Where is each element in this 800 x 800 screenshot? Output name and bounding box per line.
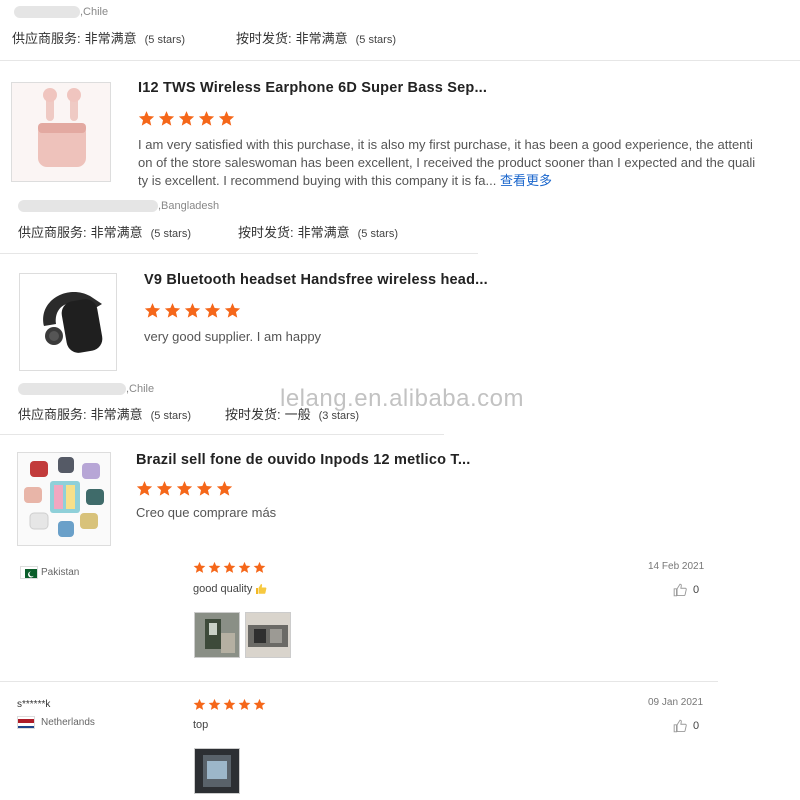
product-title[interactable]: V9 Bluetooth headset Handsfree wireless … [144, 272, 488, 288]
buyer-location: ,Chile [80, 6, 109, 18]
buyer-review-text: good quality [193, 583, 267, 595]
masked-username [18, 200, 158, 212]
star-icon [223, 698, 236, 710]
star-rating [136, 480, 233, 497]
delivery-rating: 按时发货: 非常满意 (5 stars) [236, 31, 396, 46]
service-rating: 供应商服务: 非常满意 (5 stars) [12, 31, 185, 46]
review-text: Creo que comprare más [136, 505, 277, 520]
divider [0, 681, 718, 682]
watermark: lelang.en.alibaba.com [280, 385, 524, 412]
like-button[interactable]: 0 [673, 719, 699, 733]
masked-username [18, 383, 126, 395]
star-icon [253, 561, 266, 573]
star-icon [156, 481, 173, 496]
star-icon [193, 698, 206, 710]
star-icon [158, 111, 175, 126]
star-icon [238, 698, 251, 710]
star-icon [176, 481, 193, 496]
star-icon [184, 303, 201, 318]
star-icon [136, 481, 153, 496]
star-icon [138, 111, 155, 126]
star-rating [193, 561, 266, 574]
thumbs-up-emoji-icon [256, 584, 267, 594]
buyer-location: ,Chile [126, 383, 155, 395]
divider [0, 434, 444, 435]
star-rating [144, 302, 241, 319]
star-icon [193, 561, 206, 573]
review-photo[interactable] [194, 612, 240, 658]
star-icon [144, 303, 161, 318]
star-icon [216, 481, 233, 496]
thumbs-up-icon [673, 583, 687, 597]
pink-earphone-case-icon [12, 83, 110, 181]
buyer-review-text: top [193, 719, 209, 731]
star-rating [138, 110, 235, 127]
star-icon [218, 111, 235, 126]
review-photo[interactable] [194, 748, 240, 794]
product-image-headset[interactable] [19, 273, 117, 371]
netherlands-flag-icon [17, 716, 35, 729]
thumbs-up-icon [673, 719, 687, 733]
service-rating: 供应商服务: 非常满意 (5 stars) [18, 407, 191, 422]
delivery-rating: 按时发货: 非常满意 (5 stars) [238, 225, 398, 240]
masked-username [14, 6, 80, 18]
divider [0, 253, 478, 254]
colorful-earbud-cases-icon [18, 453, 110, 545]
buyer-country: Pakistan [41, 567, 80, 578]
product-image-earbud-cases[interactable] [17, 452, 111, 546]
service-rating: 供应商服务: 非常满意 (5 stars) [18, 225, 191, 240]
star-icon [164, 303, 181, 318]
product-title[interactable]: I12 TWS Wireless Earphone 6D Super Bass … [138, 80, 487, 96]
like-count: 0 [693, 584, 700, 596]
star-icon [208, 698, 221, 710]
star-icon [178, 111, 195, 126]
product-title[interactable]: Brazil sell fone de ouvido Inpods 12 met… [136, 452, 471, 468]
star-icon [208, 561, 221, 573]
star-icon [198, 111, 215, 126]
buyer-country: Netherlands [41, 717, 95, 728]
like-button[interactable]: 0 [673, 583, 699, 597]
review-text: very good supplier. I am happy [144, 329, 322, 344]
review-date: 14 Feb 2021 [648, 561, 705, 572]
like-count: 0 [693, 720, 700, 732]
product-image-earphone[interactable] [11, 82, 111, 182]
star-icon [196, 481, 213, 496]
divider [0, 60, 800, 61]
review-photo[interactable] [245, 612, 291, 658]
bluetooth-headset-icon [20, 274, 116, 370]
star-icon [224, 303, 241, 318]
star-icon [204, 303, 221, 318]
buyer-username: s******k [17, 699, 51, 710]
star-icon [223, 561, 236, 573]
star-icon [253, 698, 266, 710]
star-rating [193, 698, 266, 711]
view-more-link[interactable]: 查看更多 [500, 173, 552, 188]
pakistan-flag-icon [20, 566, 38, 579]
review-text: I am very satisfied with this purchase, … [138, 137, 756, 188]
buyer-location: ,Bangladesh [158, 200, 220, 212]
star-icon [238, 561, 251, 573]
review-date: 09 Jan 2021 [648, 697, 704, 708]
